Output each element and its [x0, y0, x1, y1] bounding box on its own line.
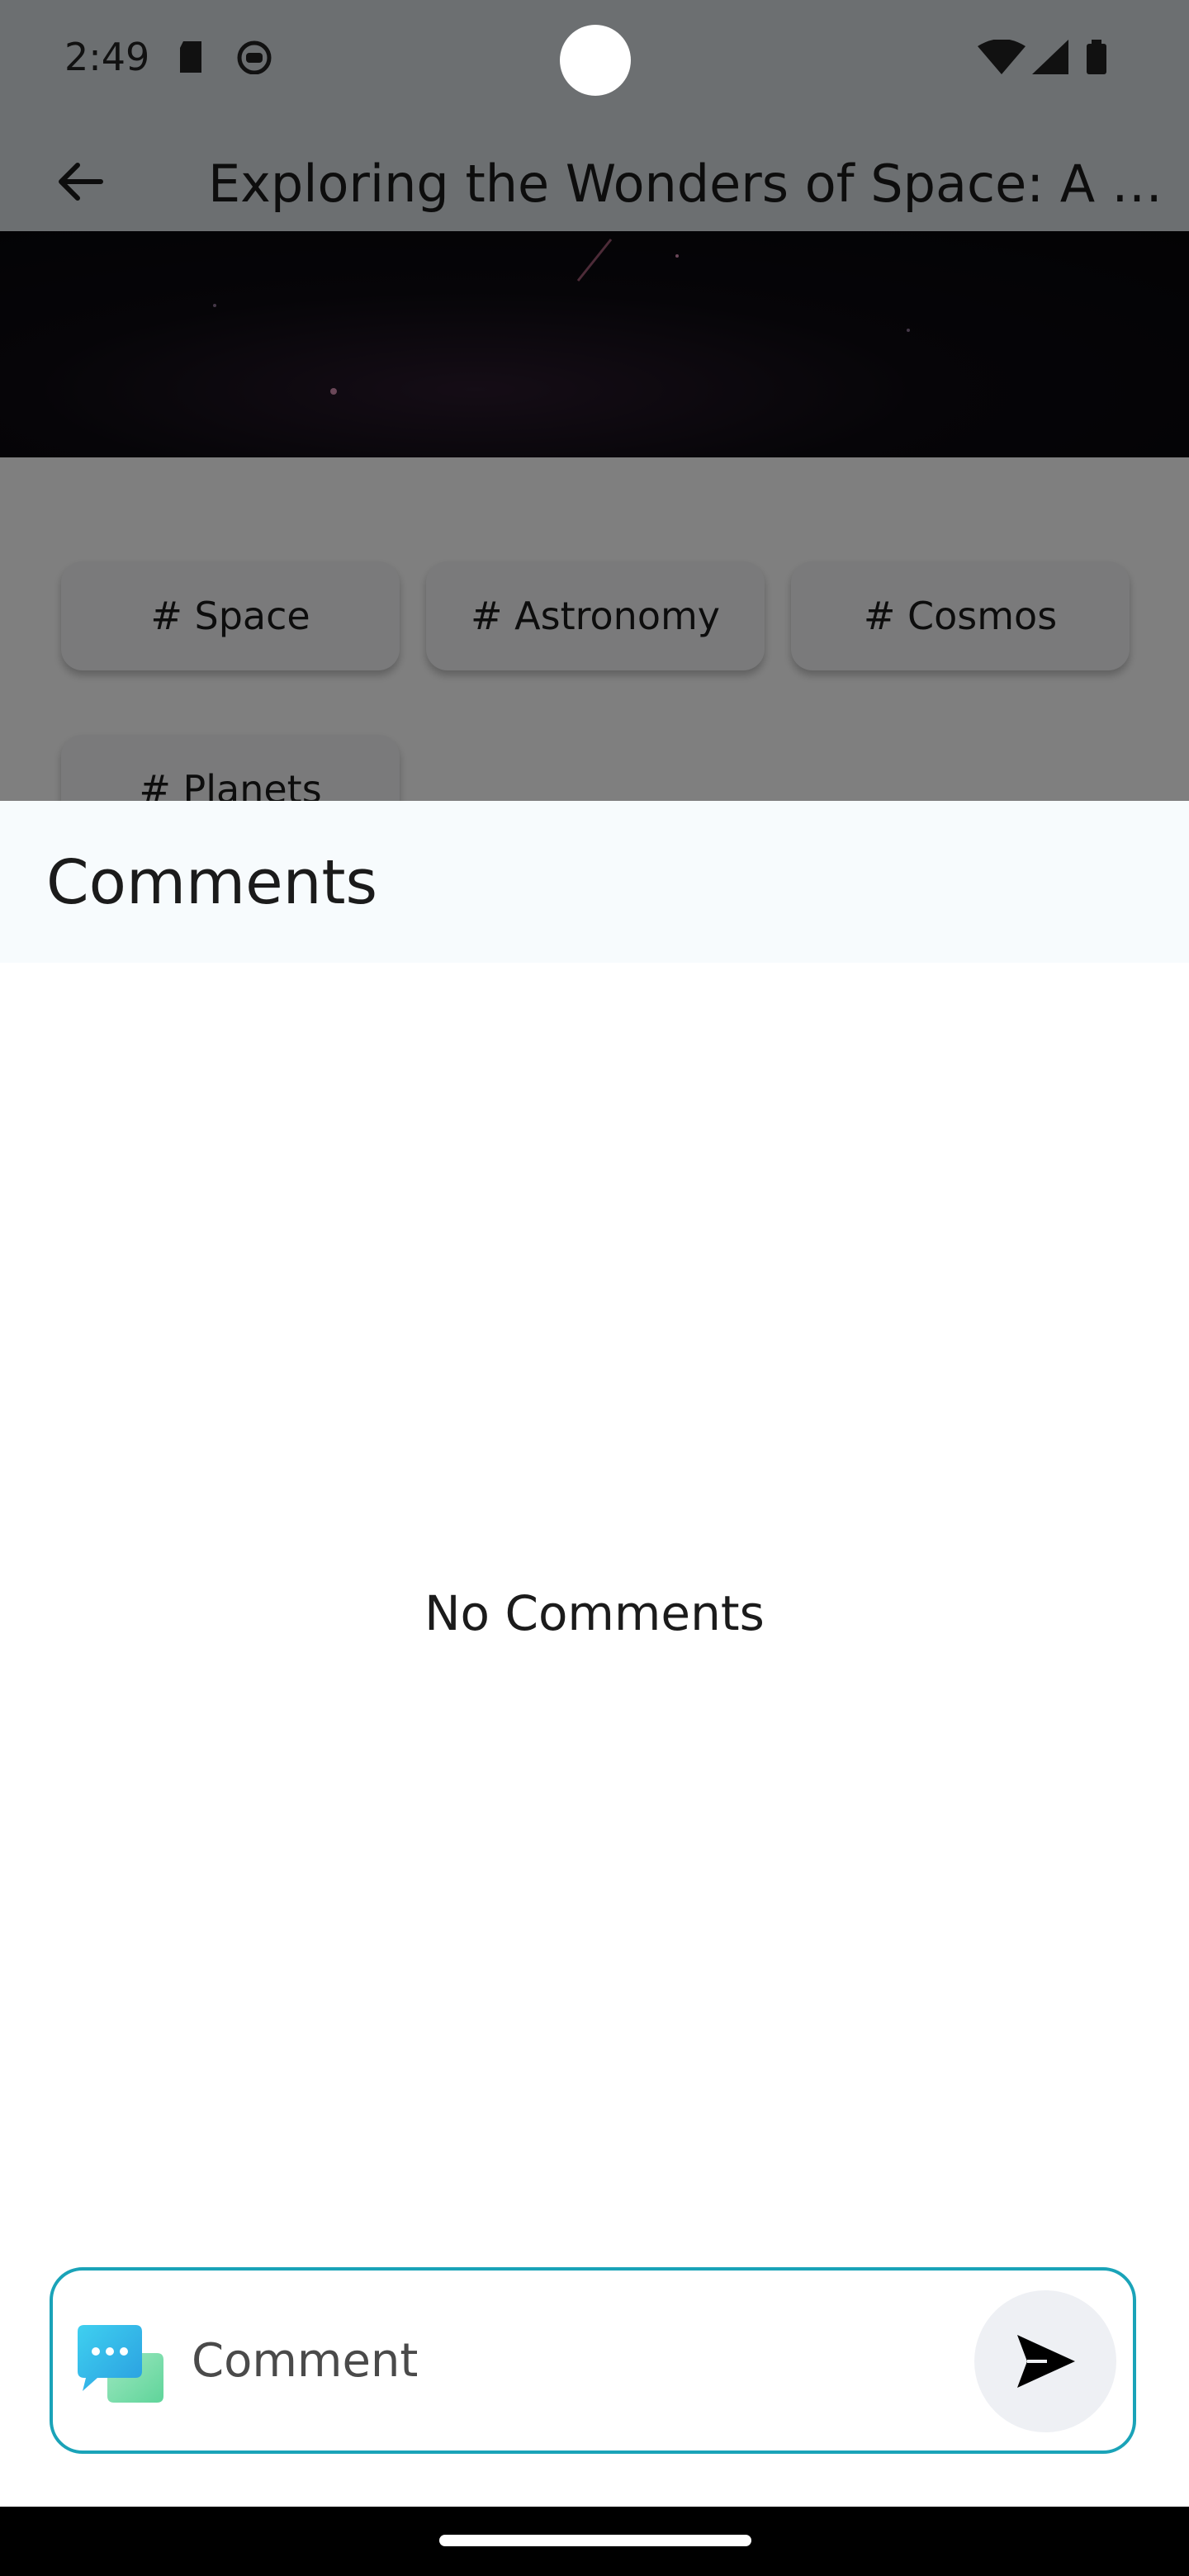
- camera-cutout: [560, 25, 631, 96]
- chat-bubbles-icon: [78, 2325, 163, 2403]
- empty-comments-message: No Comments: [424, 1585, 765, 1641]
- comment-composer: [50, 2267, 1136, 2454]
- system-nav-bar: [0, 2507, 1189, 2576]
- home-gesture-handle[interactable]: [439, 2535, 751, 2546]
- modal-scrim[interactable]: [0, 0, 1189, 801]
- sheet-header: Comments: [0, 801, 1189, 963]
- sheet-title: Comments: [46, 847, 378, 918]
- comment-input[interactable]: [190, 2318, 1002, 2403]
- screen: 2:49 Exploring the Wonders: [0, 0, 1189, 2576]
- send-button[interactable]: [974, 2290, 1116, 2432]
- send-icon: [1017, 2335, 1075, 2388]
- comments-bottom-sheet: Comments No Comments: [0, 801, 1189, 2507]
